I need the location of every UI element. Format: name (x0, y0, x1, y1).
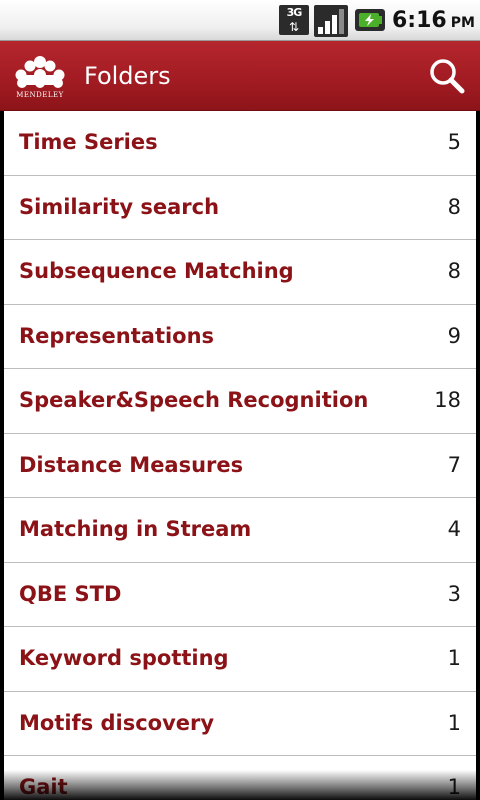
signal-bars-icon (314, 5, 348, 37)
folder-name: QBE STD (19, 581, 122, 606)
folder-count: 8 (447, 259, 461, 283)
folder-row[interactable]: Subsequence Matching 8 (4, 240, 476, 305)
folder-name: Representations (19, 323, 215, 348)
folder-row[interactable]: Gait 1 (4, 756, 476, 800)
folder-name: Speaker&Speech Recognition (19, 388, 369, 412)
folder-name: Distance Measures (19, 452, 244, 477)
folder-count: 4 (447, 517, 461, 541)
folder-row[interactable]: Similarity search 8 (4, 176, 476, 240)
battery-charging-icon (355, 9, 385, 31)
data-activity-icon: ⇅ (288, 20, 300, 34)
folder-count: 5 (447, 130, 461, 154)
logo-wordmark: MENDELEY (16, 91, 64, 99)
network-3g-icon: 3G ⇅ (279, 5, 309, 35)
folder-count: 1 (447, 710, 461, 735)
mendeley-logo-icon (15, 56, 65, 88)
app-title-bar: MENDELEY Folders (0, 41, 480, 111)
mendeley-logo[interactable]: MENDELEY (12, 53, 68, 101)
network-type-label: 3G (286, 6, 303, 19)
status-clock: 6:16 PM (392, 6, 475, 36)
folder-count: 8 (447, 194, 461, 219)
clock-ampm: PM (450, 15, 475, 31)
search-button[interactable] (424, 53, 470, 99)
folder-name: Similarity search (19, 194, 220, 219)
folder-row[interactable]: Motifs discovery 1 (4, 692, 476, 756)
phone-screen: 3G ⇅ 6:16 PM MENDELEY Folders Time Serie… (0, 0, 480, 800)
search-icon (430, 59, 465, 94)
folder-count: 1 (447, 646, 461, 670)
folder-count: 9 (447, 323, 461, 348)
folder-count: 18 (434, 388, 461, 412)
folder-name: Keyword spotting (19, 646, 229, 670)
folder-row[interactable]: Representations 9 (4, 305, 476, 369)
folder-row[interactable]: QBE STD 3 (4, 563, 476, 627)
folder-row[interactable]: Keyword spotting 1 (4, 627, 476, 692)
folder-count: 1 (447, 775, 461, 799)
folder-list[interactable]: Time Series 5 Similarity search 8 Subseq… (4, 111, 476, 800)
folder-name: Subsequence Matching (19, 259, 294, 283)
folder-row[interactable]: Distance Measures 7 (4, 434, 476, 498)
clock-time: 6:16 (392, 8, 447, 33)
folder-name: Gait (19, 775, 68, 799)
page-title: Folders (84, 62, 171, 90)
folder-row[interactable]: Speaker&Speech Recognition 18 (4, 369, 476, 434)
folder-name: Motifs discovery (19, 710, 215, 735)
folder-row[interactable]: Matching in Stream 4 (4, 498, 476, 563)
folder-row[interactable]: Time Series 5 (4, 111, 476, 176)
folder-name: Matching in Stream (19, 517, 252, 541)
folder-name: Time Series (19, 130, 158, 154)
folder-count: 7 (447, 452, 461, 477)
folder-count: 3 (447, 581, 461, 606)
status-bar: 3G ⇅ 6:16 PM (0, 0, 480, 41)
